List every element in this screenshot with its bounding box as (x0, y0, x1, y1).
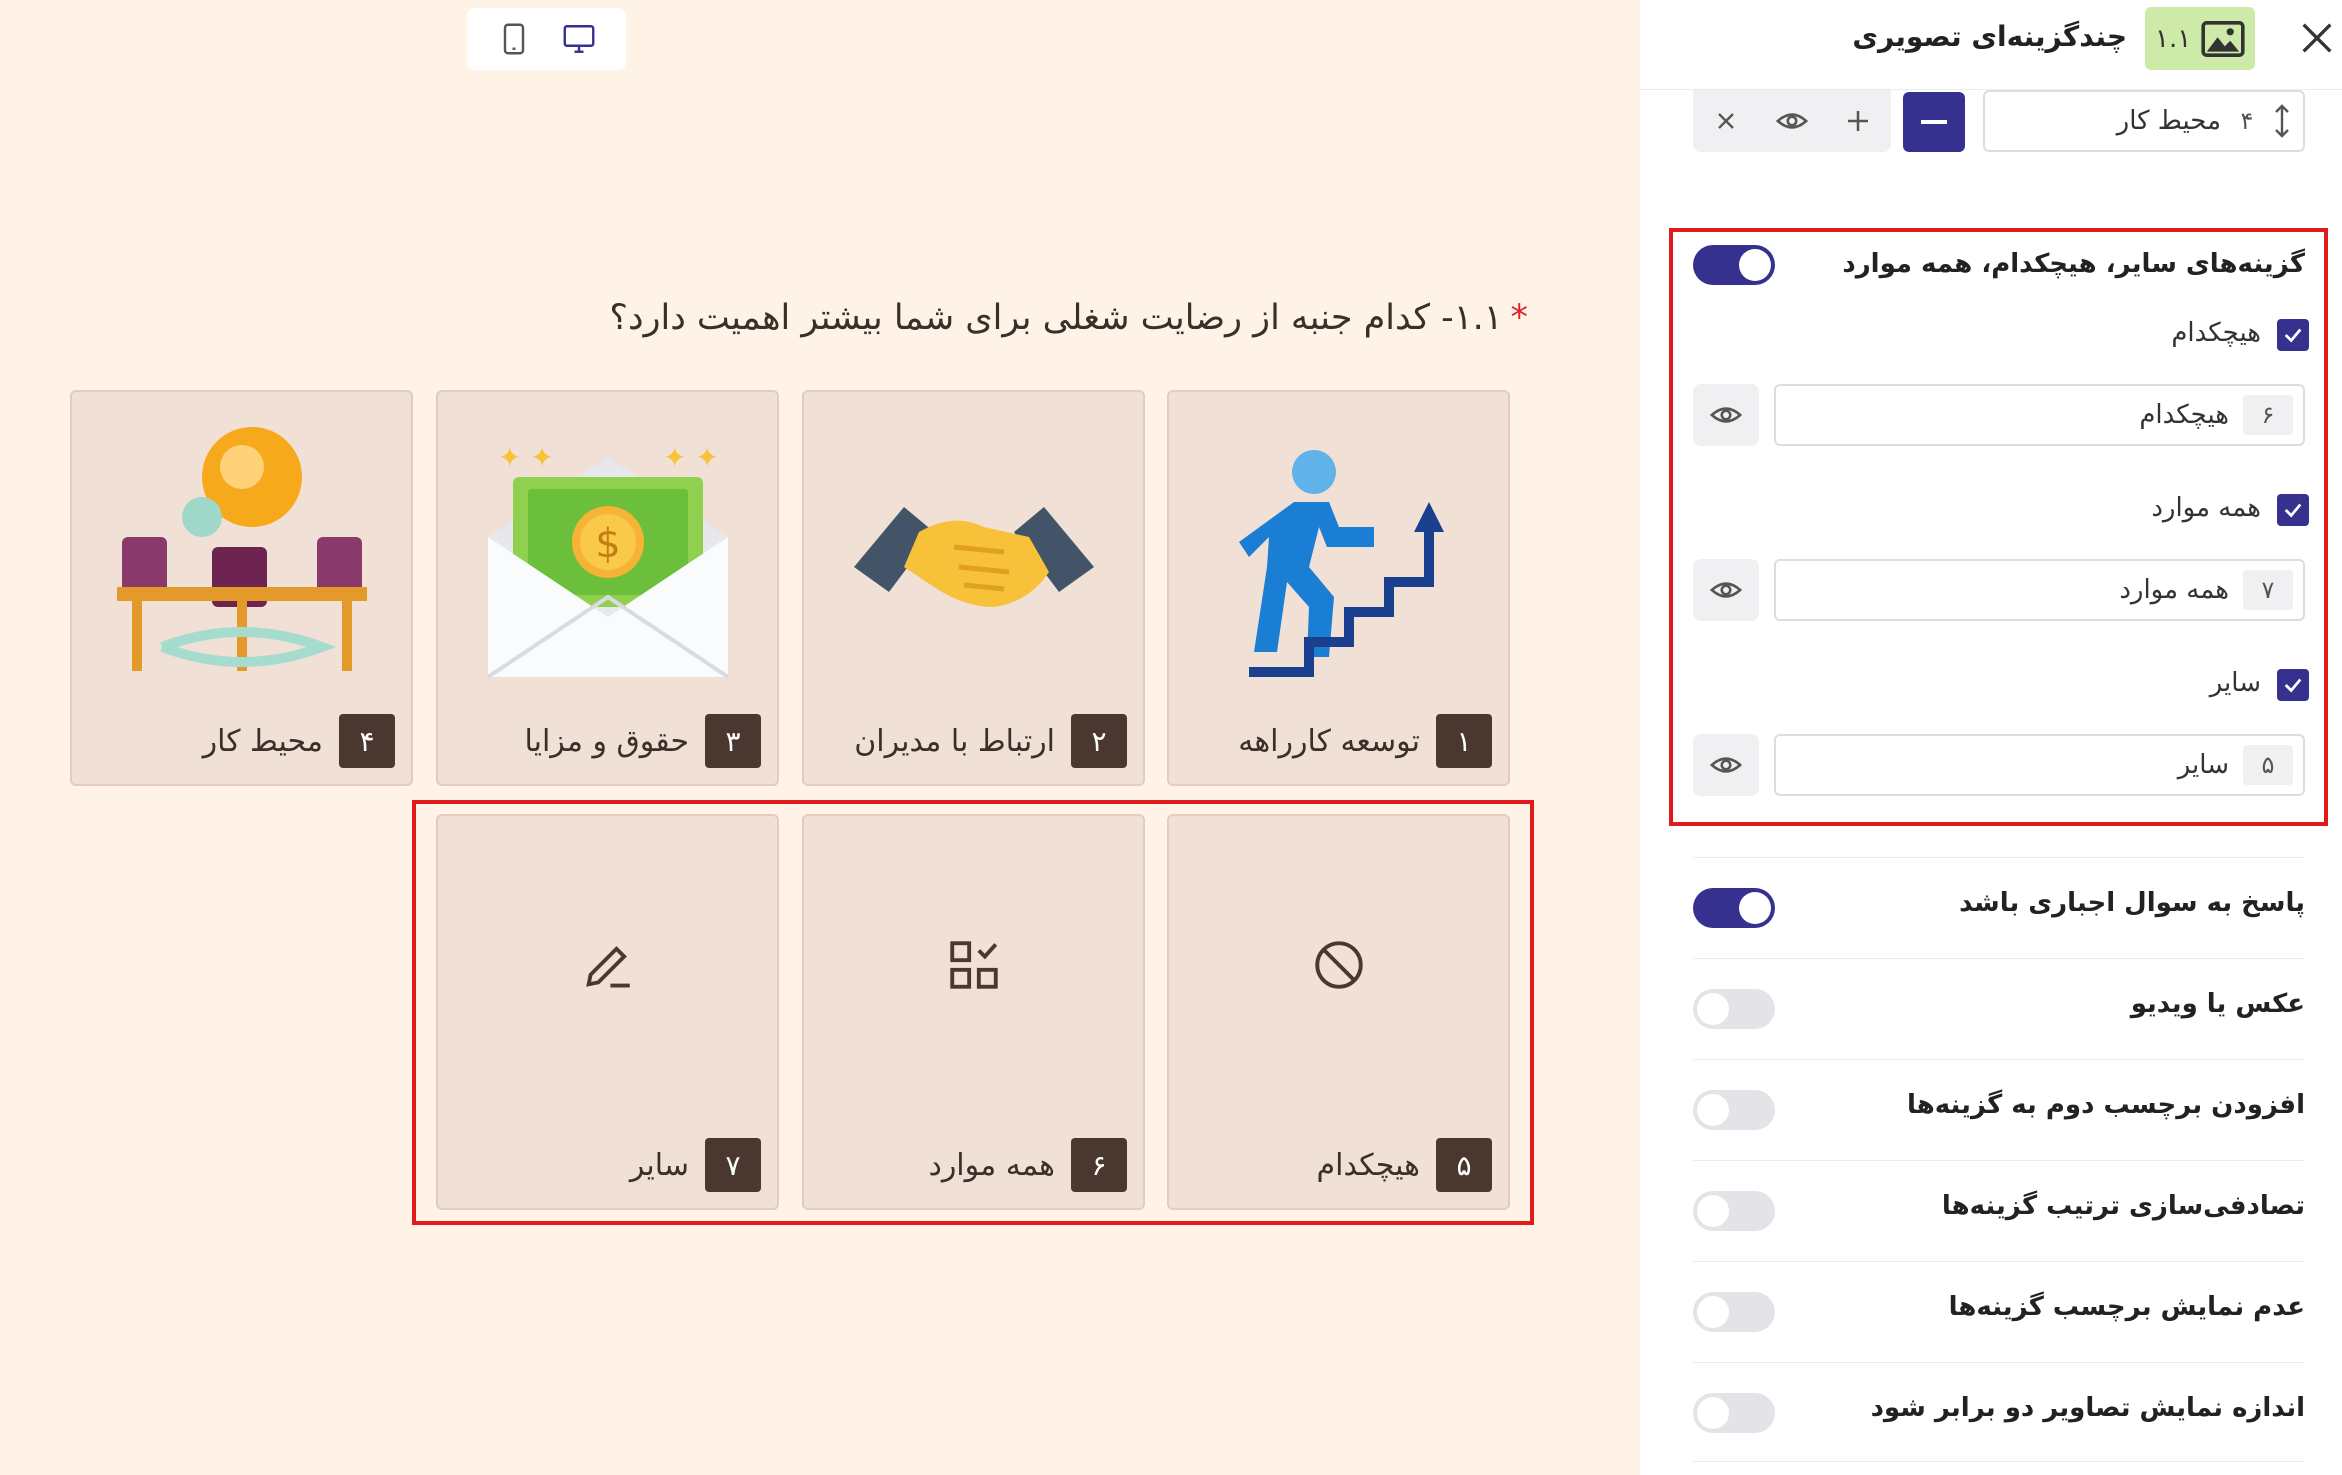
setting-title: تصادفی‌سازی ترتیب گزینه‌ها (1941, 1191, 2305, 1221)
option-card-4[interactable]: ۴ محیط کار (70, 390, 413, 786)
other-option-input[interactable]: ۵ سایر (1774, 734, 2305, 796)
svg-text:✦ ✦: ✦ ✦ (498, 441, 554, 474)
option-value: محیط کار (2116, 106, 2221, 136)
setting-randomize-toggle[interactable] (1693, 1191, 1775, 1231)
panel-header: ۱.۱ چندگزینه‌ای تصویری (1640, 0, 2342, 90)
add-option-button[interactable] (1834, 97, 1882, 145)
plus-icon (1848, 111, 1868, 131)
workplace-illustration (92, 412, 391, 702)
option-number: ۳ (705, 714, 761, 768)
none-option-input[interactable]: ۶ هیچکدام (1774, 384, 2305, 446)
option-card-1[interactable]: ۱ توسعه کارراهه (1167, 390, 1510, 786)
image-icon (2201, 20, 2245, 57)
desktop-icon (563, 25, 595, 53)
option-order: ۶ (2243, 395, 2293, 435)
setting-media-toggle[interactable] (1693, 989, 1775, 1029)
option-4-input[interactable]: ۴ محیط کار (1983, 90, 2305, 152)
option-label: توسعه کارراهه (1238, 723, 1420, 759)
setting-hide-labels: عدم نمایش برچسب گزینه‌ها (1693, 1261, 2305, 1361)
delete-option-button[interactable] (1702, 97, 1750, 145)
highlight-box-special-cards (412, 800, 1534, 1225)
setting-double-image: اندازه نمایش تصاویر دو برابر شود (1693, 1362, 2305, 1462)
setting-required-toggle[interactable] (1693, 888, 1775, 928)
option-actions (1693, 90, 1891, 152)
survey-preview: * ۱.۱- کدام جنبه از رضایت شغلی برای شما … (0, 0, 1640, 1475)
setting-title: اندازه نمایش تصاویر دو برابر شود (1870, 1393, 2305, 1423)
option-order: ۵ (2243, 745, 2293, 785)
special-options-toggle[interactable] (1693, 245, 1775, 285)
setting-second-label: افزودن برچسب دوم به گزینه‌ها (1693, 1059, 2305, 1159)
check-icon (2284, 328, 2302, 343)
none-checkbox[interactable] (2277, 319, 2309, 351)
option-card-3[interactable]: $ ✦ ✦ ✦ ✦ ۳ حقوق و مزایا (436, 390, 779, 786)
desktop-view-button[interactable] (555, 15, 603, 63)
option-card-2[interactable]: ۲ ارتباط با مدیران (802, 390, 1145, 786)
toggle-visibility-button[interactable] (1768, 97, 1816, 145)
question-text: ۱.۱- کدام جنبه از رضایت شغلی برای شما بی… (609, 298, 1503, 338)
other-checkbox-label: سایر (2209, 668, 2261, 698)
svg-text:$: $ (595, 521, 620, 567)
all-visibility-button[interactable] (1693, 559, 1759, 621)
eye-icon (1775, 113, 1809, 129)
all-checkbox-label: همه موارد (2151, 493, 2261, 523)
option-value: سایر (2177, 750, 2229, 780)
required-mark: * (1510, 298, 1529, 338)
eye-icon (1709, 407, 1743, 423)
question-type-badge: ۱.۱ (2145, 7, 2255, 70)
none-visibility-button[interactable] (1693, 384, 1759, 446)
badge-number: ۱.۱ (2155, 23, 2192, 54)
none-checkbox-label: هیچکدام (2171, 318, 2261, 348)
all-checkbox[interactable] (2277, 494, 2309, 526)
mobile-icon (503, 23, 524, 55)
setting-title: پاسخ به سوال اجباری باشد (1959, 888, 2305, 918)
check-icon (2284, 503, 2302, 518)
remove-option-button[interactable] (1903, 92, 1965, 152)
option-row-4: ۴ محیط کار (1640, 90, 2342, 160)
mobile-view-button[interactable] (490, 15, 538, 63)
other-checkbox[interactable] (2277, 669, 2309, 701)
setting-title: عکس یا ویدیو (2130, 989, 2305, 1019)
close-icon (1718, 113, 1734, 129)
other-visibility-button[interactable] (1693, 734, 1759, 796)
setting-title: عدم نمایش برچسب گزینه‌ها (1948, 1292, 2305, 1322)
career-stairs-illustration (1189, 412, 1488, 702)
setting-title: افزودن برچسب دوم به گزینه‌ها (1907, 1090, 2305, 1120)
settings-panel: ۱.۱ چندگزینه‌ای تصویری ۴ محیط کار گزینه‌… (1640, 0, 2342, 1475)
option-order: ۷ (2243, 570, 2293, 610)
device-toggle (467, 8, 626, 70)
all-option-input[interactable]: ۷ همه موارد (1774, 559, 2305, 621)
minus-icon (1921, 120, 1947, 124)
handshake-illustration (824, 412, 1123, 702)
option-value: همه موارد (2119, 575, 2229, 605)
option-number: ۲ (1071, 714, 1127, 768)
drag-handle-icon[interactable] (2271, 103, 2293, 139)
money-envelope-illustration: $ ✦ ✦ ✦ ✦ (458, 412, 757, 702)
setting-second-label-toggle[interactable] (1693, 1090, 1775, 1130)
option-value: هیچکدام (2139, 400, 2229, 430)
eye-icon (1709, 757, 1743, 773)
svg-text:✦ ✦: ✦ ✦ (663, 441, 719, 474)
setting-hide-labels-toggle[interactable] (1693, 1292, 1775, 1332)
setting-media: عکس یا ویدیو (1693, 958, 2305, 1058)
eye-icon (1709, 582, 1743, 598)
option-number: ۴ (339, 714, 395, 768)
setting-randomize: تصادفی‌سازی ترتیب گزینه‌ها (1693, 1160, 2305, 1260)
check-icon (2284, 678, 2302, 693)
close-icon[interactable] (2297, 18, 2337, 58)
option-order: ۴ (2240, 107, 2254, 135)
option-label: حقوق و مزایا (524, 723, 689, 759)
option-label: ارتباط با مدیران (854, 723, 1055, 759)
setting-required: پاسخ به سوال اجباری باشد (1693, 857, 2305, 957)
special-options-title: گزینه‌های سایر، هیچکدام، همه موارد (1842, 249, 2305, 279)
option-number: ۱ (1436, 714, 1492, 768)
setting-double-image-toggle[interactable] (1693, 1393, 1775, 1433)
question-title: * ۱.۱- کدام جنبه از رضایت شغلی برای شما … (609, 298, 1528, 338)
question-type-title: چندگزینه‌ای تصویری (1852, 20, 2127, 53)
option-label: محیط کار (202, 723, 323, 759)
